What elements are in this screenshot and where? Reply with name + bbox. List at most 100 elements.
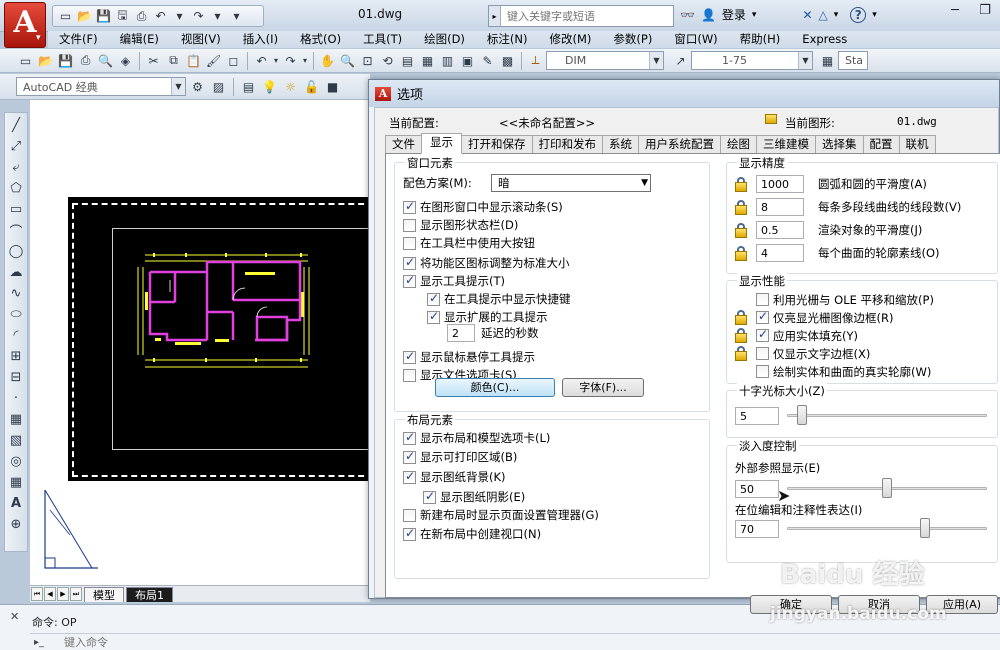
zoom-previous-icon[interactable]: ⟲	[378, 51, 397, 70]
binoculars-icon[interactable]: 👓	[680, 8, 695, 22]
table-icon[interactable]: ▦	[6, 472, 26, 493]
checkbox[interactable]	[756, 365, 769, 378]
menu-item-5[interactable]: 工具(T)	[352, 31, 413, 48]
resolution-input[interactable]: 8	[756, 198, 804, 216]
checkbox-row[interactable]: 显示图纸背景(K)	[403, 469, 506, 485]
tab-8[interactable]: 选择集	[815, 135, 864, 154]
design-center-icon[interactable]: ▦	[418, 51, 437, 70]
checkbox-row[interactable]: 显示扩展的工具提示	[427, 309, 548, 325]
dialog-title-bar[interactable]: A 选项	[369, 80, 999, 107]
performance-row[interactable]: 应用实体填充(Y)	[733, 327, 858, 344]
hatch-icon[interactable]: ▦	[6, 409, 26, 430]
performance-row[interactable]: 绘制实体和曲面的真实轮廓(W)	[733, 363, 931, 380]
ok-button[interactable]: 确定	[750, 595, 832, 614]
dropdown-icon[interactable]: ▾	[872, 10, 877, 20]
add-selected-icon[interactable]: ⊕	[6, 514, 26, 535]
new-icon[interactable]: ▭	[16, 51, 35, 70]
restore-icon[interactable]: ❐	[970, 0, 1000, 20]
close-icon[interactable]: ✕	[10, 610, 19, 623]
arc-icon[interactable]: ⌒	[6, 220, 26, 241]
checkbox[interactable]	[403, 449, 416, 464]
workspace-save-icon[interactable]: ▨	[209, 77, 228, 96]
application-menu-button[interactable]: A ▾	[4, 2, 46, 48]
tab-9[interactable]: 配置	[862, 135, 900, 154]
save-as-icon[interactable]: 🖫	[114, 8, 131, 24]
command-input[interactable]	[54, 636, 354, 649]
paste-icon[interactable]: 📋	[184, 51, 203, 70]
layer-color-icon[interactable]: ■	[323, 77, 342, 96]
block-editor-icon[interactable]: ◻	[224, 51, 243, 70]
plot-preview-icon[interactable]: 🔍	[96, 51, 115, 70]
match-properties-icon[interactable]: 🖌	[204, 51, 223, 70]
insert-block-icon[interactable]: ⊞	[6, 346, 26, 367]
crosshair-slider-thumb[interactable]	[796, 405, 807, 425]
inplace-slider-thumb[interactable]	[920, 518, 930, 538]
publish-icon[interactable]: ◈	[116, 51, 135, 70]
tab-3[interactable]: 打印和发布	[531, 135, 603, 154]
colors-button[interactable]: 颜色(C)...	[435, 378, 555, 397]
menu-item-8[interactable]: 修改(M)	[539, 31, 603, 48]
checkbox[interactable]	[403, 273, 416, 288]
checkbox-row[interactable]: 显示布局和模型选项卡(L)	[403, 430, 550, 446]
xref-slider-thumb[interactable]	[882, 478, 892, 498]
dropdown-icon[interactable]: ▾	[834, 10, 839, 20]
tab-1[interactable]: 显示	[421, 133, 462, 154]
menu-item-6[interactable]: 绘图(D)	[413, 31, 476, 48]
checkbox-row[interactable]: 显示可打印区域(B)	[403, 449, 517, 465]
user-icon[interactable]: 👤	[701, 8, 716, 22]
bulb-icon[interactable]: 💡	[260, 77, 279, 96]
scale-combo[interactable]: 1-75 ▼	[691, 51, 813, 70]
point-icon[interactable]: ·	[6, 388, 26, 409]
menu-item-9[interactable]: 参数(P)	[602, 31, 663, 48]
markup-icon[interactable]: ✎	[478, 51, 497, 70]
tab-7[interactable]: 三维建模	[756, 135, 816, 154]
undo-dropdown-icon[interactable]: ▾	[272, 51, 280, 70]
checkbox-row[interactable]: 显示工具提示(T)	[403, 273, 505, 289]
inplace-fade-input[interactable]: 70	[735, 520, 779, 538]
resolution-input[interactable]: 0.5	[756, 221, 804, 239]
dim-style-combo[interactable]: DIM ▼	[546, 51, 664, 70]
calculator-icon[interactable]: ▩	[498, 51, 517, 70]
exchange-x-icon[interactable]: ✕	[802, 8, 812, 22]
ellipse-arc-icon[interactable]: ◜	[6, 325, 26, 346]
resolution-input[interactable]: 4	[756, 244, 804, 262]
tab-0[interactable]: 文件	[385, 135, 422, 154]
circle-icon[interactable]: ◯	[6, 241, 26, 262]
redo-icon[interactable]: ↷	[190, 8, 207, 24]
xref-fade-input[interactable]: 50	[735, 480, 779, 498]
login-button[interactable]: 登录	[722, 6, 746, 23]
fonts-button[interactable]: 字体(F)...	[562, 378, 644, 397]
checkbox[interactable]	[756, 347, 769, 360]
drawing-canvas[interactable]	[30, 100, 382, 585]
redo-dropdown-icon[interactable]: ▾	[209, 8, 226, 24]
tool-palettes-icon[interactable]: ▥	[438, 51, 457, 70]
multileader-style-icon[interactable]: ↗	[671, 51, 690, 70]
performance-row[interactable]: 仅亮显光栅图像边框(R)	[733, 309, 893, 326]
checkbox[interactable]	[403, 368, 416, 382]
make-block-icon[interactable]: ⊟	[6, 367, 26, 388]
menu-item-3[interactable]: 插入(I)	[232, 31, 289, 48]
menu-item-7[interactable]: 标注(N)	[476, 31, 539, 48]
last-tab-icon[interactable]: ⏭	[70, 587, 82, 601]
cancel-button[interactable]: 取消	[838, 595, 920, 614]
checkbox[interactable]	[403, 218, 416, 232]
undo-dropdown-icon[interactable]: ▾	[171, 8, 188, 24]
save-icon[interactable]: 💾	[95, 8, 112, 24]
tab-model[interactable]: 模型	[84, 586, 124, 602]
zoom-realtime-icon[interactable]: 🔍	[338, 51, 357, 70]
inplace-slider-track[interactable]	[787, 527, 987, 530]
tooltip-delay-input[interactable]: 2	[447, 324, 475, 342]
crosshair-slider-track[interactable]	[787, 414, 987, 417]
save-icon[interactable]: 💾	[56, 51, 75, 70]
workspace-settings-icon[interactable]: ⚙	[188, 77, 207, 96]
redo-icon[interactable]: ↷	[281, 51, 300, 70]
cut-icon[interactable]: ✂	[144, 51, 163, 70]
polyline-icon[interactable]: ⤶	[6, 157, 26, 178]
checkbox[interactable]	[403, 199, 416, 214]
help-icon[interactable]: ?	[850, 6, 867, 23]
print-icon[interactable]: ⎙	[133, 8, 150, 24]
new-file-icon[interactable]: ▭	[57, 8, 74, 24]
checkbox-row[interactable]: 显示图形状态栏(D)	[403, 217, 518, 233]
customize-qat-icon[interactable]: ▾	[228, 8, 245, 24]
pan-icon[interactable]: ✋	[318, 51, 337, 70]
